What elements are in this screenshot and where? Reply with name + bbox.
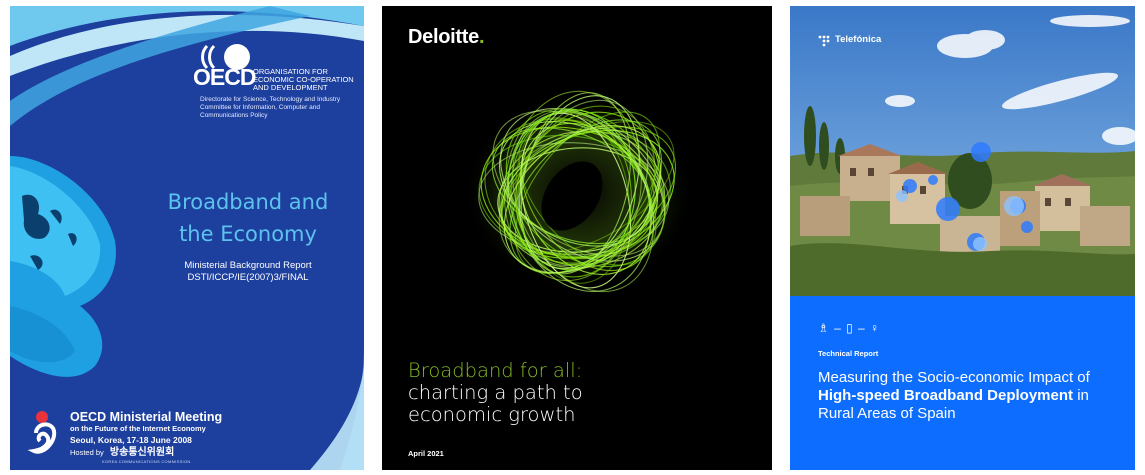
telefonica-title: Measuring the Socio-economic Impact of H… — [818, 369, 1118, 423]
deloitte-title-line1: Broadband for all: — [408, 359, 583, 382]
oecd-title: Broadband and the Economy — [128, 186, 364, 250]
deloitte-title: Broadband for all: charting a path to ec… — [408, 360, 583, 426]
oecd-meeting-logo — [27, 411, 57, 454]
telefonica-dots-icon — [818, 35, 830, 47]
oecd-logo-text: OECD — [193, 64, 256, 90]
deloitte-logo: Deloitte. — [408, 26, 485, 49]
rural-village-photo — [790, 6, 1135, 296]
oecd-report-cover[interactable]: OECD ORGANISATION FOR ECONOMIC CO-OPERAT… — [10, 6, 364, 470]
telefonica-tag: Technical Report — [818, 349, 879, 358]
telefonica-report-cover[interactable]: Telefónica ♗ – ▯ – ♀ Technical Report Me… — [790, 6, 1135, 470]
oecd-title-line2: the Economy — [179, 222, 317, 246]
deloitte-title-line3: economic growth — [408, 403, 576, 426]
oecd-directorate: Directorate for Science, Technology and … — [200, 96, 341, 119]
oecd-title-line1: Broadband and — [167, 190, 329, 214]
host-name: 방송통신위원회 — [109, 447, 175, 458]
butterfly-wing-image — [10, 156, 116, 377]
telefonica-title-bold: High-speed Broadband Deployment — [818, 387, 1074, 404]
hosted-by-label: Hosted by — [70, 448, 104, 457]
host-name-en: KOREA COMMUNICATIONS COMMISSION — [102, 459, 191, 464]
oecd-subtitle: Ministerial Background Report DSTI/ICCP/… — [128, 260, 364, 284]
oecd-meeting-title: OECD Ministerial Meeting — [70, 410, 223, 424]
oecd-subtitle-line2: DSTI/ICCP/IE(2007)3/FINAL — [187, 272, 309, 283]
deloitte-date: April 2021 — [408, 449, 444, 458]
oecd-meeting-subtitle: on the Future of the Internet Economy — [70, 424, 206, 433]
oecd-org-name: ORGANISATION FOR ECONOMIC CO-OPERATION A… — [253, 67, 354, 92]
deloitte-title-line2: charting a path to — [408, 381, 583, 404]
telefonica-brand-text: Telefónica — [835, 34, 882, 45]
telefonica-title-part1: Measuring the Socio-economic Impact of — [818, 369, 1090, 386]
deloitte-brand-dot: . — [478, 26, 485, 48]
oecd-meeting-block: OECD Ministerial Meeting on the Future o… — [70, 410, 223, 465]
oecd-subtitle-line1: Ministerial Background Report — [184, 260, 312, 271]
deloitte-report-cover[interactable]: Deloitte. Broadband for all: charting a … — [382, 6, 772, 470]
oecd-hosted-by: Hosted by 방송통신위원회 — [70, 447, 222, 459]
telecom-icons-row: ♗ – ▯ – ♀ — [818, 321, 881, 335]
oecd-meeting-date: Seoul, Korea, 17-18 June 2008 — [70, 435, 192, 445]
deloitte-brand-text: Deloitte — [408, 26, 479, 48]
